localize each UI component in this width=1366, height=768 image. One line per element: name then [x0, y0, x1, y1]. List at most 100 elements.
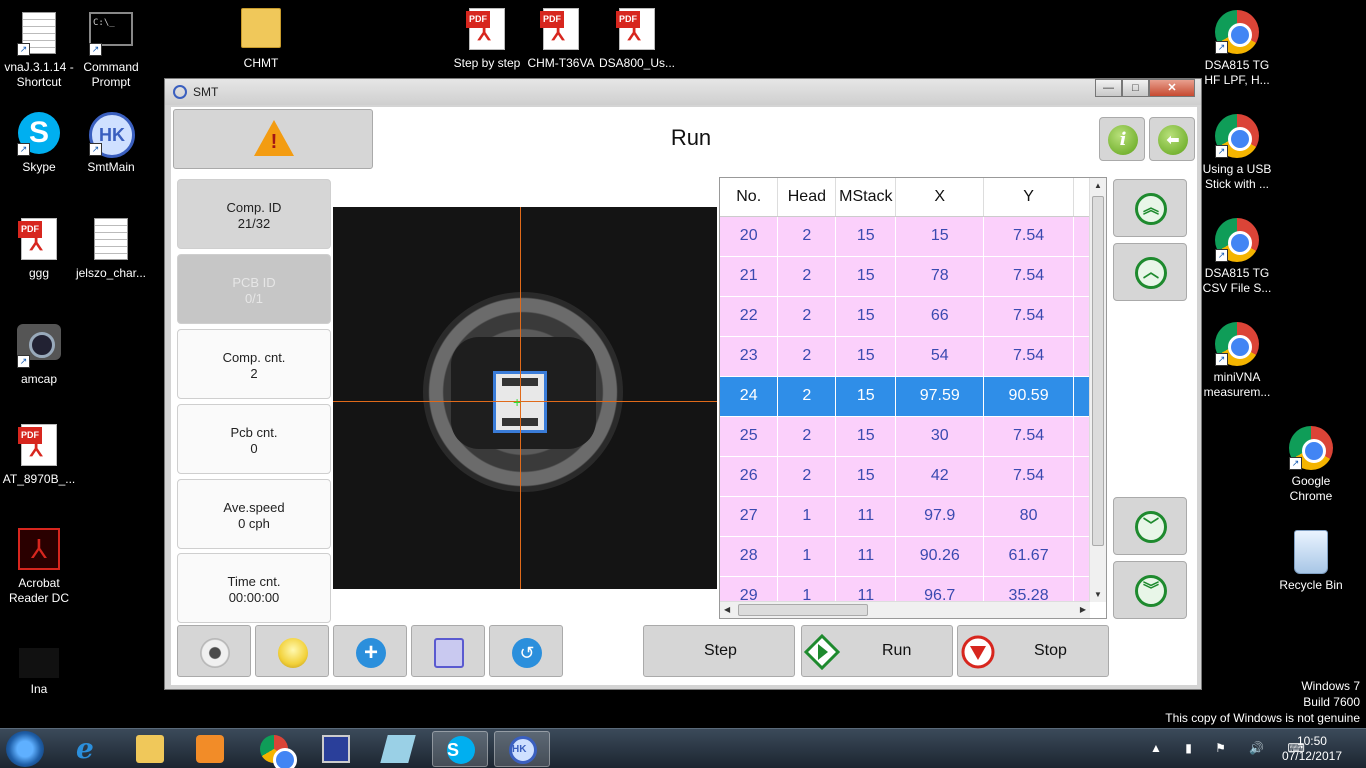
desktop-icon-minivna[interactable]: ↗ miniVNA measurem...: [1198, 322, 1276, 400]
plus-icon: +: [356, 638, 386, 668]
desktop-icon-skype[interactable]: S ↗ Skype: [0, 112, 78, 175]
scroll-right-arrow-icon[interactable]: ▶: [1080, 605, 1086, 614]
shortcut-arrow-icon: ↗: [89, 143, 102, 156]
scroll-down-button[interactable]: ﹀: [1113, 497, 1187, 555]
light-bulb-icon: [278, 638, 308, 668]
table-row[interactable]: 26 2 15 42 7.54: [720, 456, 1090, 497]
taskbar-save[interactable]: [308, 731, 364, 767]
desktop-icon-ggg[interactable]: PDF ⅄ ggg: [0, 218, 78, 281]
pdf-icon: PDF ⅄: [18, 218, 57, 260]
col-no[interactable]: No.: [720, 178, 779, 217]
camera-tool-button[interactable]: [177, 625, 251, 677]
table-row[interactable]: 25 2 15 30 7.54: [720, 416, 1090, 457]
desktop-icon-jelszo[interactable]: jelszo_char...: [72, 218, 150, 281]
undo-tool-button[interactable]: ↺: [489, 625, 563, 677]
table-row[interactable]: 21 2 15 78 7.54: [720, 256, 1090, 297]
info-icon: i: [1108, 125, 1138, 155]
start-button[interactable]: [6, 731, 44, 767]
warning-button[interactable]: !: [173, 109, 373, 169]
desktop-icon-at8970b[interactable]: PDF ⅄ AT_8970B_...: [0, 424, 78, 487]
taskbar-chrome[interactable]: [246, 731, 302, 768]
chevron-down-icon: ﹀: [1135, 511, 1167, 543]
step-button[interactable]: Step: [643, 625, 795, 677]
vertical-scroll-thumb[interactable]: [1092, 196, 1104, 546]
shortcut-arrow-icon: ↗: [17, 143, 30, 156]
desktop-icon-ina[interactable]: Ina: [0, 648, 78, 697]
desktop-icon-smtmain[interactable]: HK ↗ SmtMain: [72, 112, 150, 175]
table-row[interactable]: 22 2 15 66 7.54: [720, 296, 1090, 337]
pdf-icon: PDF ⅄: [18, 424, 57, 466]
desktop-icon-command-prompt[interactable]: C:\_ ↗ Command Prompt: [72, 12, 150, 90]
horizontal-scrollbar[interactable]: ◀ ▶: [720, 601, 1090, 618]
desktop-icon-dsa815-csv[interactable]: ↗ DSA815 TG CSV File S...: [1198, 218, 1276, 296]
scroll-bottom-button[interactable]: ︾: [1113, 561, 1187, 619]
desktop-icon-step-by-step[interactable]: PDF ⅄ Step by step: [448, 8, 526, 71]
table-row[interactable]: 23 2 15 54 7.54: [720, 336, 1090, 377]
desktop-icon-dsa800[interactable]: PDF ⅄ DSA800_Us...: [598, 8, 676, 71]
minimize-button[interactable]: —: [1095, 79, 1122, 97]
col-mstack[interactable]: MStack: [835, 178, 897, 217]
desktop-icon-recycle-bin[interactable]: Recycle Bin: [1272, 530, 1350, 593]
stop-button[interactable]: Stop: [957, 625, 1109, 677]
notepad-icon: [380, 735, 416, 763]
taskbar-ie[interactable]: e: [62, 731, 118, 767]
scroll-top-button[interactable]: ︽: [1113, 179, 1187, 237]
col-x[interactable]: X: [895, 178, 985, 217]
chevron-up-icon: ︿: [1135, 257, 1167, 289]
horizontal-scroll-thumb[interactable]: [738, 604, 868, 616]
desktop-icon-acrobat[interactable]: ⅄ Acrobat Reader DC: [0, 528, 78, 606]
desktop-icon-chm-t36va[interactable]: PDF ⅄ CHM-T36VA: [522, 8, 600, 71]
light-tool-button[interactable]: [255, 625, 329, 677]
recycle-bin-icon: [1294, 530, 1328, 574]
crosshair-horizontal: [333, 401, 717, 402]
window-title: SMT: [193, 85, 219, 99]
taskbar-clock[interactable]: 10:50 07/12/2017: [1282, 734, 1342, 764]
undo-arrow-icon: ↺: [512, 638, 542, 668]
table-row[interactable]: 27 1 11 97.9 80: [720, 496, 1090, 537]
smt-logo-icon: HK: [509, 736, 537, 764]
shortcut-arrow-icon: ↗: [17, 355, 30, 368]
component-table[interactable]: No. Head MStack X Y 20 2 15 15 7.54 21 2 15 78 7…: [719, 177, 1107, 619]
double-chevron-down-icon: ︾: [1135, 575, 1167, 607]
taskbar-explorer[interactable]: [122, 731, 178, 767]
webcam-icon: [200, 638, 230, 668]
desktop-icon-amcap[interactable]: ↗ amcap: [0, 324, 78, 387]
cmd-icon: C:\_: [89, 12, 133, 46]
back-button[interactable]: ⬅: [1149, 117, 1195, 161]
taskbar-app[interactable]: [370, 731, 426, 767]
shortcut-arrow-icon: ↗: [89, 43, 102, 56]
calibrate-tool-button[interactable]: [411, 625, 485, 677]
scroll-left-arrow-icon[interactable]: ◀: [724, 605, 730, 614]
scroll-down-arrow-icon[interactable]: ▼: [1094, 590, 1102, 599]
pcb-cnt-panel: Pcb cnt. 0: [177, 404, 331, 474]
taskbar-skype[interactable]: S: [432, 731, 488, 767]
info-button[interactable]: i: [1099, 117, 1145, 161]
double-chevron-up-icon: ︽: [1135, 193, 1167, 225]
col-head[interactable]: Head: [777, 178, 837, 217]
maximize-button[interactable]: □: [1122, 79, 1149, 97]
desktop-icon-chmt[interactable]: CHMT: [222, 8, 300, 71]
taskbar-media-player[interactable]: [182, 731, 238, 767]
table-row[interactable]: 20 2 15 15 7.54: [720, 216, 1090, 257]
scroll-up-button[interactable]: ︿: [1113, 243, 1187, 301]
scroll-up-arrow-icon[interactable]: ▲: [1094, 181, 1102, 190]
ina-icon: [19, 648, 59, 678]
desktop-icon-usb-stick[interactable]: ↗ Using a USB Stick with ...: [1198, 114, 1276, 192]
desktop-icon-vnaj[interactable]: ↗ vnaJ.3.1.14 - Shortcut: [0, 12, 78, 90]
desktop-icon-dsa815-hf[interactable]: ↗ DSA815 TG HF LPF, H...: [1198, 10, 1276, 88]
shortcut-arrow-icon: ↗: [1289, 457, 1302, 470]
vertical-scrollbar[interactable]: ▲ ▼: [1089, 178, 1106, 602]
folder-icon: [241, 8, 281, 48]
window-titlebar[interactable]: SMT — □ ✕: [165, 79, 1201, 105]
table-row[interactable]: 28 1 11 90.26 61.67: [720, 536, 1090, 577]
table-row-selected[interactable]: 24 2 15 97.59 90.59: [720, 376, 1090, 417]
add-tool-button[interactable]: +: [333, 625, 407, 677]
desktop-icon-google-chrome[interactable]: ↗ Google Chrome: [1272, 426, 1350, 504]
taskbar-smt[interactable]: HK: [494, 731, 550, 767]
col-y[interactable]: Y: [983, 178, 1074, 217]
run-button[interactable]: Run: [801, 625, 953, 677]
window-client: ! Run i ⬅ Comp. ID 21/32 PCB ID 0/1 Comp…: [171, 107, 1197, 685]
chip-calibrate-icon: [434, 638, 464, 668]
close-button[interactable]: ✕: [1149, 79, 1195, 97]
internet-explorer-icon: e: [76, 732, 94, 765]
